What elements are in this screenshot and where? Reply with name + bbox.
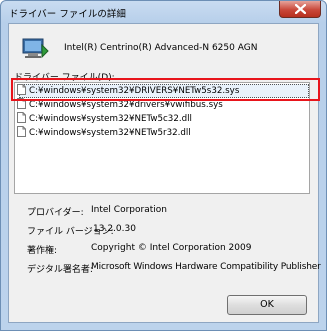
- provider-label: プロバイダー:: [27, 208, 84, 218]
- version-value: 13.2.0.30: [93, 224, 136, 234]
- file-path: C:¥windows¥system32¥NETw5c32.dll: [29, 114, 192, 124]
- file-icon: [17, 84, 26, 95]
- list-item[interactable]: C:¥windows¥system32¥NETw5r32.dll: [17, 126, 305, 140]
- file-path: C:¥windows¥system32¥drivers¥vwifibus.sys: [29, 100, 223, 110]
- list-item[interactable]: C:¥windows¥system32¥NETw5c32.dll: [17, 112, 305, 126]
- driver-file-list[interactable]: C:¥windows¥system32¥DRIVERS¥NETw5s32.sys…: [11, 78, 320, 194]
- list-item[interactable]: C:¥windows¥system32¥DRIVERS¥NETw5s32.sys: [17, 84, 309, 98]
- close-icon: [295, 4, 306, 14]
- window-title: ドライバー ファイルの詳細: [9, 9, 126, 20]
- signer-value: Microsoft Windows Hardware Compatibility…: [91, 262, 321, 272]
- copyright-label: 著作権:: [27, 246, 58, 256]
- close-button[interactable]: [279, 1, 321, 18]
- device-name: Intel(R) Centrino(R) Advanced-N 6250 AGN: [64, 43, 258, 53]
- file-icon: [17, 98, 26, 109]
- file-path: C:¥windows¥system32¥DRIVERS¥NETw5s32.sys: [29, 86, 240, 96]
- driver-file-details-dialog: ドライバー ファイルの詳細 Intel(R) Centrino(R) Advan…: [0, 0, 327, 331]
- ok-button[interactable]: OK: [227, 295, 307, 315]
- list-item[interactable]: C:¥windows¥system32¥drivers¥vwifibus.sys: [17, 98, 305, 112]
- copyright-value: Copyright © Intel Corporation 2009: [91, 243, 252, 253]
- file-icon: [17, 112, 26, 123]
- dialog-content: Intel(R) Centrino(R) Advanced-N 6250 AGN…: [8, 23, 321, 323]
- file-icon: [17, 126, 26, 137]
- signer-label: デジタル署名者:: [27, 265, 93, 275]
- file-path: C:¥windows¥system32¥NETw5r32.dll: [29, 128, 191, 138]
- network-adapter-icon: [22, 38, 49, 59]
- provider-value: Intel Corporation: [91, 205, 167, 215]
